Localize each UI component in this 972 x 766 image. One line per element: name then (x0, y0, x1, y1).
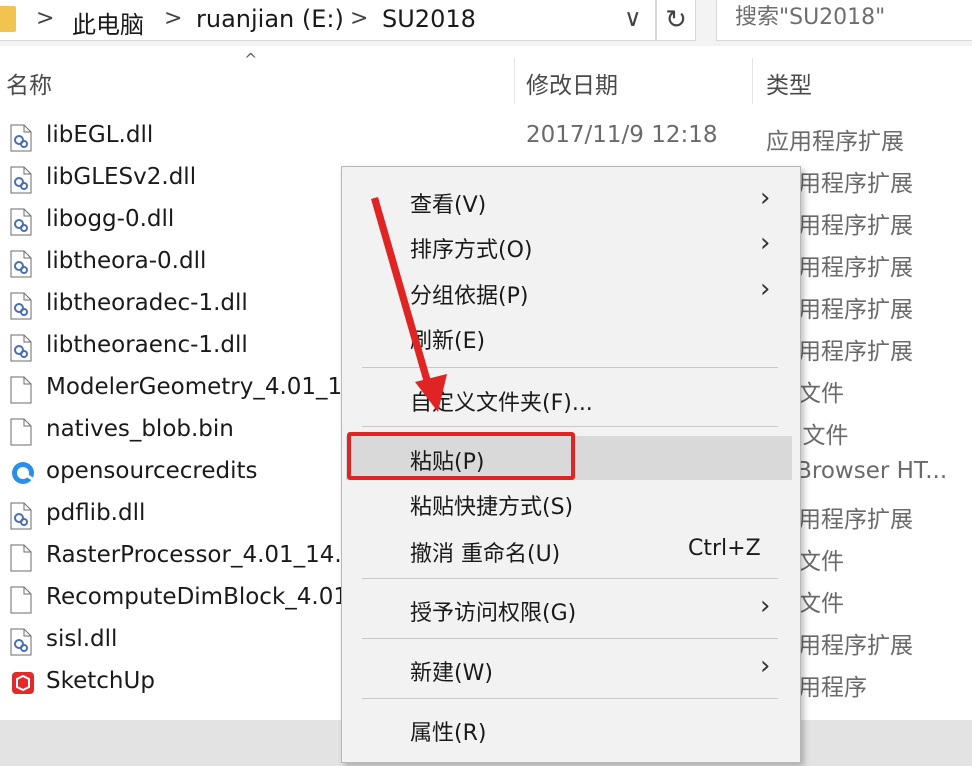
menu-item-label: 刷新(E) (410, 329, 486, 354)
chevron-right-icon: › (760, 183, 771, 213)
menu-separator (362, 638, 778, 639)
blank-file-icon (10, 544, 32, 572)
breadcrumb-folder[interactable]: SU2018 (382, 5, 476, 33)
file-name: ModelerGeometry_4.01_1 (46, 374, 343, 400)
chevron-right-icon: › (760, 228, 771, 258)
address-dropdown-button[interactable]: ∨ (624, 4, 642, 32)
menu-item-label: 授予访问权限(G) (410, 601, 577, 626)
blank-file-icon (10, 586, 32, 614)
menu-item-give-access[interactable]: 授予访问权限(G) › (342, 587, 800, 631)
file-name: pdflib.dll (46, 500, 146, 526)
file-type: 应用程序扩展 (766, 129, 904, 155)
file-type: 文件 (798, 591, 844, 617)
menu-item-label: 撤消 重命名(U) (410, 542, 561, 567)
menu-separator (362, 367, 778, 368)
column-header: 名称 修改日期 类型 (0, 50, 972, 106)
file-name: libtheora-0.dll (46, 248, 207, 274)
dll-file-icon (10, 292, 32, 320)
file-type: 用程序扩展 (798, 297, 913, 323)
menu-item-label: 新建(W) (410, 661, 493, 686)
menu-separator (362, 578, 778, 579)
menu-item-group-by[interactable]: 分组依据(P) › (342, 270, 800, 314)
file-type: 用程序扩展 (798, 171, 913, 197)
column-divider[interactable] (514, 58, 515, 104)
dll-file-icon (10, 124, 32, 152)
menu-item-customize-folder[interactable]: 自定义文件夹(F)... (342, 377, 800, 421)
file-name: libEGL.dll (46, 122, 154, 148)
search-input[interactable] (733, 4, 967, 31)
menu-item-paste-shortcut[interactable]: 粘贴快捷方式(S) (342, 481, 800, 525)
file-type: 文件 (798, 381, 844, 407)
menu-item-sort-by[interactable]: 排序方式(O) › (342, 224, 800, 268)
column-type[interactable]: 类型 (766, 66, 812, 100)
menu-item-label: 粘贴快捷方式(S) (410, 495, 574, 520)
menu-item-label: 查看(V) (410, 193, 487, 218)
menu-separator (362, 426, 778, 427)
dll-file-icon (10, 208, 32, 236)
file-type: 用程序扩展 (798, 507, 913, 533)
file-type: 用程序 (798, 675, 867, 701)
file-type: 用程序扩展 (798, 339, 913, 365)
menu-item-label: 分组依据(P) (410, 284, 529, 309)
menu-separator (362, 698, 778, 699)
menu-item-undo-rename[interactable]: 撤消 重命名(U) Ctrl+Z (342, 528, 800, 572)
file-name: libtheoraenc-1.dll (46, 332, 248, 358)
menu-item-shortcut: Ctrl+Z (688, 536, 761, 561)
breadcrumb-drive[interactable]: ruanjian (E:) (196, 5, 344, 33)
chevron-right-icon: › (760, 651, 771, 681)
refresh-icon: ↻ (665, 5, 687, 35)
annotation-highlight-box (347, 432, 575, 480)
chevron-right-icon: › (760, 591, 771, 621)
file-type: QBrowser HT... (778, 458, 948, 484)
menu-item-view[interactable]: 查看(V) › (342, 179, 800, 223)
sketchup-app-icon (10, 670, 34, 698)
menu-item-label: 排序方式(O) (410, 238, 533, 263)
dll-file-icon (10, 502, 32, 530)
dll-file-icon (10, 250, 32, 278)
dll-file-icon (10, 628, 32, 656)
browser-file-icon (10, 460, 35, 488)
file-row[interactable]: libEGL.dll 2017/11/9 12:18 应用程序扩展 (0, 118, 972, 160)
breadcrumb-separator[interactable]: > (350, 6, 368, 31)
file-name: natives_blob.bin (46, 416, 234, 442)
file-type: 用程序扩展 (798, 633, 913, 659)
menu-item-refresh[interactable]: 刷新(E) (342, 315, 800, 359)
file-type: 文件 (798, 549, 844, 575)
file-name: libtheoradec-1.dll (46, 290, 248, 316)
blank-file-icon (10, 418, 32, 446)
menu-item-label: 自定义文件夹(F)... (410, 391, 593, 416)
file-name: opensourcecredits (46, 458, 258, 484)
file-name: libogg-0.dll (46, 206, 175, 232)
file-type: 用程序扩展 (798, 213, 913, 239)
column-name[interactable]: 名称 (6, 66, 52, 100)
column-date-modified[interactable]: 修改日期 (526, 66, 618, 100)
search-box[interactable] (716, 0, 972, 41)
dll-file-icon (10, 334, 32, 362)
column-divider[interactable] (752, 58, 753, 104)
address-bar: > 此电脑 > ruanjian (E:) > SU2018 ∨ ↻ (0, 0, 972, 46)
file-name: sisl.dll (46, 626, 118, 652)
file-type: 用程序扩展 (798, 255, 913, 281)
menu-item-new[interactable]: 新建(W) › (342, 647, 800, 691)
refresh-button[interactable]: ↻ (656, 0, 696, 41)
chevron-right-icon: › (760, 274, 771, 304)
breadcrumb-this-pc[interactable]: 此电脑 (72, 5, 144, 40)
menu-item-properties[interactable]: 属性(R) (342, 707, 800, 751)
file-name: RasterProcessor_4.01_14. (46, 542, 342, 568)
dll-file-icon (10, 166, 32, 194)
folder-icon (0, 6, 16, 32)
menu-item-label: 属性(R) (410, 721, 487, 746)
breadcrumb[interactable]: > 此电脑 > ruanjian (E:) > SU2018 ∨ (0, 0, 656, 41)
sort-ascending-icon: ^ (244, 50, 258, 69)
breadcrumb-separator[interactable]: > (164, 6, 182, 31)
file-name: SketchUp (46, 668, 155, 694)
blank-file-icon (10, 376, 32, 404)
breadcrumb-separator[interactable]: > (36, 6, 54, 31)
file-name: libGLESv2.dll (46, 164, 197, 190)
file-date: 2017/11/9 12:18 (526, 122, 718, 148)
file-name: RecomputeDimBlock_4.01 (46, 584, 348, 610)
